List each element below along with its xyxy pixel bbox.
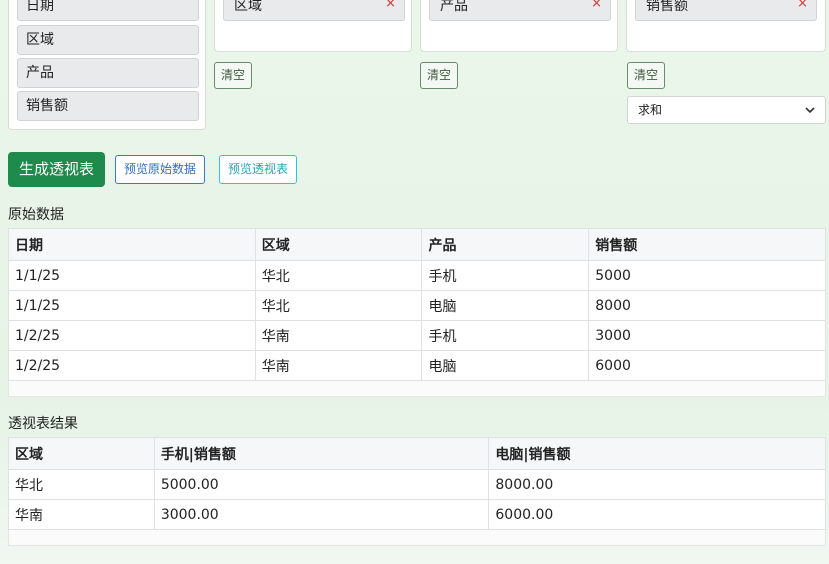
table-cell: 3000 (588, 320, 826, 351)
table-cell: 6000 (588, 350, 826, 381)
columns-clear-button[interactable]: 清空 (420, 62, 459, 89)
values-clear-button[interactable]: 清空 (627, 62, 666, 89)
close-icon[interactable]: × (797, 0, 808, 18)
close-icon[interactable]: × (385, 0, 396, 18)
values-zone-chip-label: 销售额 (646, 0, 688, 14)
table-cell: 华北 (8, 469, 155, 500)
table-cell: 华北 (254, 260, 423, 291)
field-list-panel: 日期 区域 产品 销售额 (8, 0, 206, 130)
aggregate-select[interactable]: 求和 (627, 96, 826, 124)
table-cell: 6000.00 (488, 499, 826, 530)
column-header[interactable]: 产品 (421, 228, 590, 261)
columns-zone-chip[interactable]: 产品 × (429, 0, 611, 21)
table-cell: 华南 (254, 320, 423, 351)
table-cell: 手机 (421, 320, 590, 351)
rows-clear-button[interactable]: 清空 (214, 62, 253, 89)
raw-data-title: 原始数据 (8, 207, 64, 223)
table-cell: 华南 (8, 499, 155, 530)
table-row: 1/2/25 华南 手机 3000 (8, 320, 826, 351)
table-cell: 5000 (588, 260, 826, 291)
table-cell: 电脑 (421, 350, 590, 381)
table-row: 1/1/25 华北 电脑 8000 (8, 290, 826, 321)
preview-pivot-button[interactable]: 预览透视表 (219, 155, 298, 184)
table-cell: 3000.00 (153, 499, 490, 530)
rows-zone-chip-label: 区域 (234, 0, 262, 14)
table-cell: 1/2/25 (8, 320, 256, 351)
column-header[interactable]: 电脑|销售额 (488, 437, 826, 470)
column-header[interactable]: 销售额 (588, 228, 826, 261)
table-row: 1/2/25 华南 电脑 6000 (8, 350, 826, 381)
columns-zone[interactable]: 产品 × (420, 0, 618, 52)
table-row: 1/1/25 华北 手机 5000 (8, 260, 826, 291)
raw-table-footer (8, 381, 826, 397)
table-cell: 1/2/25 (8, 350, 256, 381)
table-cell: 1/1/25 (8, 260, 256, 291)
table-cell: 华南 (254, 350, 423, 381)
columns-zone-chip-label: 产品 (440, 0, 468, 14)
table-header-row: 区域 手机|销售额 电脑|销售额 (8, 437, 826, 470)
generate-pivot-button[interactable]: 生成透视表 (8, 152, 105, 187)
rows-zone[interactable]: 区域 × (214, 0, 412, 52)
aggregate-select-value: 求和 (638, 103, 663, 117)
table-cell: 8000.00 (488, 469, 826, 500)
table-cell: 华北 (254, 290, 423, 321)
column-header[interactable]: 区域 (8, 437, 155, 470)
table-cell: 8000 (588, 290, 826, 321)
table-cell: 1/1/25 (8, 290, 256, 321)
column-header[interactable]: 日期 (8, 228, 256, 261)
preview-raw-button[interactable]: 预览原始数据 (115, 155, 206, 184)
field-chip-sales[interactable]: 销售额 (17, 91, 199, 121)
pivot-table-footer (8, 530, 826, 546)
table-row: 华南 3000.00 6000.00 (8, 499, 826, 530)
field-chip-region[interactable]: 区域 (17, 25, 199, 55)
raw-data-table: 日期 区域 产品 销售额 1/1/25 华北 手机 5000 1/1/25 华北… (8, 228, 826, 381)
field-chip-date[interactable]: 日期 (17, 0, 199, 21)
table-row: 华北 5000.00 8000.00 (8, 469, 826, 500)
table-cell: 手机 (421, 260, 590, 291)
pivot-result-table: 区域 手机|销售额 电脑|销售额 华北 5000.00 8000.00 华南 3… (8, 437, 826, 530)
table-cell: 5000.00 (153, 469, 490, 500)
column-header[interactable]: 区域 (254, 228, 423, 261)
chevron-down-icon (805, 107, 815, 114)
table-cell: 电脑 (421, 290, 590, 321)
column-header[interactable]: 手机|销售额 (153, 437, 490, 470)
values-zone[interactable]: 销售额 × (626, 0, 826, 52)
rows-zone-chip[interactable]: 区域 × (223, 0, 405, 21)
pivot-result-title: 透视表结果 (8, 416, 78, 432)
field-chip-product[interactable]: 产品 (17, 58, 199, 88)
values-zone-chip[interactable]: 销售额 × (635, 0, 817, 21)
close-icon[interactable]: × (591, 0, 602, 18)
table-header-row: 日期 区域 产品 销售额 (8, 228, 826, 261)
